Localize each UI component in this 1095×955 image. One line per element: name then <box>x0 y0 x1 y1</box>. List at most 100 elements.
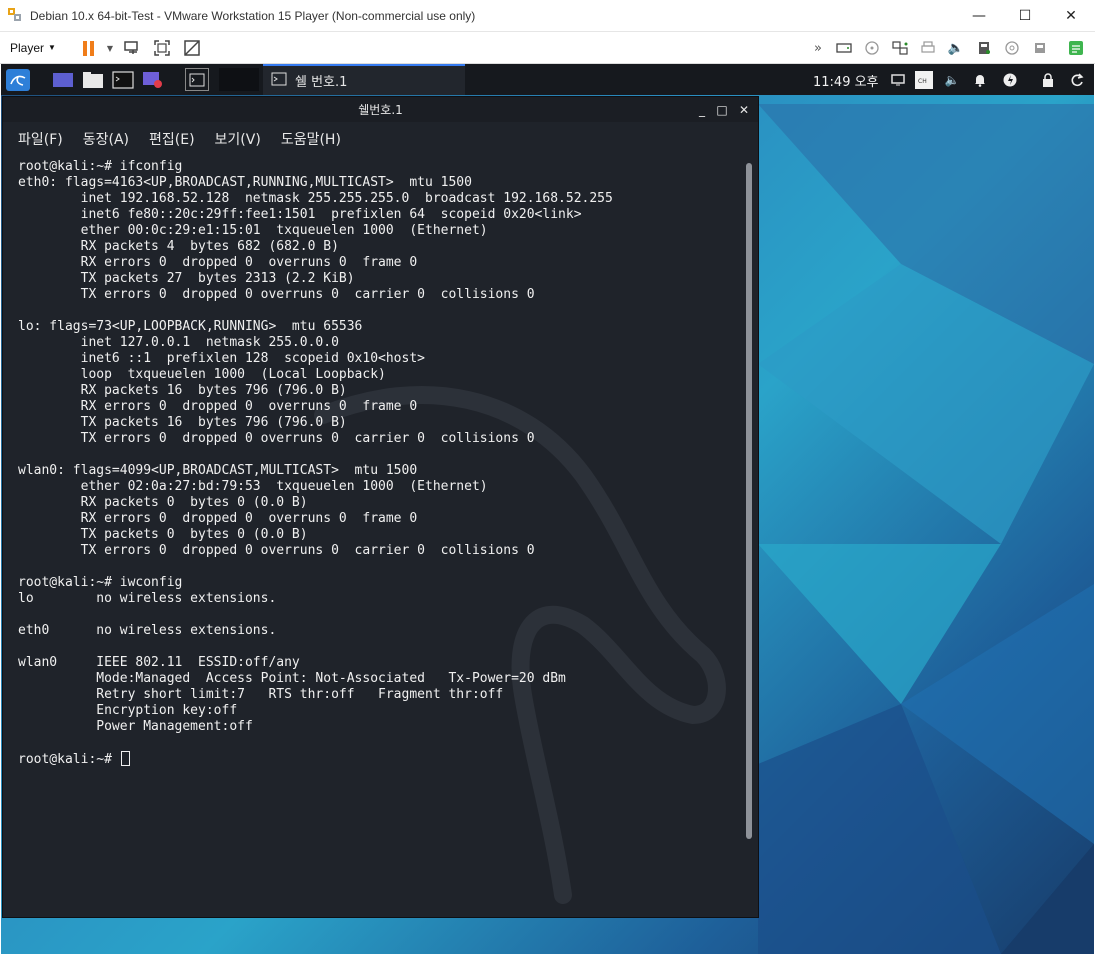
terminal-line: eth0: flags=4163<UP,BROADCAST,RUNNING,MU… <box>18 175 472 190</box>
cd-drive-icon[interactable] <box>862 38 882 58</box>
terminal-launcher-icon[interactable] <box>111 68 135 91</box>
unity-icon[interactable] <box>182 38 202 58</box>
send-ctrl-alt-del-icon[interactable] <box>122 38 142 58</box>
terminal-line: inet6 fe80::20c:29ff:fee1:1501 prefixlen… <box>18 207 582 222</box>
terminal-title: 쉘번호.1 <box>358 103 403 117</box>
logout-icon[interactable] <box>1067 68 1087 91</box>
terminal-cursor <box>120 751 130 766</box>
terminal-line: RX packets 0 bytes 0 (0.0 B) <box>18 495 308 510</box>
volume-icon[interactable]: 🔈 <box>943 68 961 91</box>
file-manager-icon[interactable] <box>81 68 105 91</box>
terminal-line: TX errors 0 dropped 0 overruns 0 carrier… <box>18 543 535 558</box>
terminal-line: TX errors 0 dropped 0 overruns 0 carrier… <box>18 287 535 302</box>
terminal-line: TX packets 16 bytes 796 (796.0 B) <box>18 415 347 430</box>
terminal-line: RX errors 0 dropped 0 overruns 0 frame 0 <box>18 399 418 414</box>
terminal-line: lo no wireless extensions. <box>18 591 277 606</box>
terminal-line: loop txqueuelen 1000 (Local Loopback) <box>18 367 386 382</box>
pause-icon[interactable] <box>78 38 98 58</box>
terminal-line: Encryption key:off <box>18 703 238 718</box>
menu-file[interactable]: 파일(F) <box>18 129 63 149</box>
terminal-titlebar[interactable]: 쉘번호.1 _ □ ✕ <box>3 97 758 122</box>
taskbar-item-label: 쉘 번호.1 <box>295 75 348 90</box>
terminal-line: lo: flags=73<UP,LOOPBACK,RUNNING> mtu 65… <box>18 319 363 334</box>
kali-menu-icon[interactable] <box>5 68 31 91</box>
terminal-line: TX errors 0 dropped 0 overruns 0 carrier… <box>18 431 535 446</box>
host-titlebar: Debian 10.x 64-bit-Test - VMware Worksta… <box>0 0 1095 32</box>
guest-desktop: 쉘 번호.1 11:49 오후 CH 🔈 쉘번호.1 _ □ ✕ 파일(F) 동… <box>1 64 1094 954</box>
menu-help[interactable]: 도움말(H) <box>281 129 341 149</box>
terminal-line: RX packets 16 bytes 796 (796.0 B) <box>18 383 347 398</box>
terminal-window[interactable]: 쉘번호.1 _ □ ✕ 파일(F) 동장(A) 편집(E) 보기(V) 도움말(… <box>2 96 759 918</box>
terminal-line: inet 192.168.52.128 netmask 255.255.255.… <box>18 191 613 206</box>
menu-view[interactable]: 보기(V) <box>215 129 261 149</box>
panel-clock[interactable]: 11:49 오후 <box>813 71 879 90</box>
terminal-lines: root@kali:~# ifconfig eth0: flags=4163<UP… <box>3 155 743 767</box>
terminal-line: ether 00:0c:29:e1:15:01 txqueuelen 1000 … <box>18 223 488 238</box>
taskbar-terminal-item[interactable]: 쉘 번호.1 <box>263 64 465 95</box>
terminal-line: root@kali:~# ifconfig <box>18 159 183 174</box>
menu-actions[interactable]: 동장(A) <box>83 129 129 149</box>
terminal-line: ether 02:0a:27:bd:79:53 txqueuelen 1000 … <box>18 479 488 494</box>
terminal-line: RX packets 4 bytes 682 (682.0 B) <box>18 239 339 254</box>
screen-recorder-icon[interactable] <box>141 68 165 91</box>
terminal-line: TX packets 0 bytes 0 (0.0 B) <box>18 527 308 542</box>
close-icon[interactable]: ✕ <box>735 101 753 119</box>
vmware-app-icon <box>8 7 24 24</box>
svg-text:CH: CH <box>918 78 927 85</box>
power-manager-icon[interactable] <box>1001 68 1019 91</box>
terminal-icon <box>271 72 287 90</box>
close-icon[interactable]: ✕ <box>1048 0 1094 32</box>
terminal-line: root@kali:~# iwconfig <box>18 575 183 590</box>
terminal-prompt: root@kali:~# <box>18 752 120 767</box>
keyboard-layout-icon[interactable]: CH <box>914 68 934 91</box>
hard-disk-icon[interactable] <box>834 38 854 58</box>
lock-icon[interactable] <box>1039 68 1057 91</box>
terminal-prompt-line[interactable]: root@kali:~# <box>18 751 743 767</box>
menu-edit[interactable]: 편집(E) <box>149 129 195 149</box>
workspace-switcher-icon[interactable] <box>185 68 209 91</box>
terminal-line: Mode:Managed Access Point: Not-Associate… <box>18 671 566 686</box>
message-log-icon[interactable] <box>1066 38 1086 58</box>
minimize-icon[interactable]: _ <box>693 101 711 119</box>
dropdown-icon[interactable]: ▼ <box>100 38 120 58</box>
kali-top-panel: 쉘 번호.1 11:49 오후 CH 🔈 <box>1 64 1094 95</box>
player-menu-button[interactable]: Player ▼ <box>10 41 56 55</box>
fit-guest-icon[interactable] <box>152 38 172 58</box>
terminal-line: RX errors 0 dropped 0 overruns 0 frame 0 <box>18 511 418 526</box>
printer-icon[interactable] <box>918 38 938 58</box>
terminal-line: Retry short limit:7 RTS thr:off Fragment… <box>18 687 504 702</box>
terminal-line: eth0 no wireless extensions. <box>18 623 277 638</box>
disc-icon[interactable] <box>1002 38 1022 58</box>
minimize-icon[interactable]: — <box>956 0 1002 32</box>
more-icon[interactable]: » <box>808 38 828 58</box>
chevron-down-icon: ▼ <box>48 43 56 52</box>
terminal-scrollbar[interactable] <box>745 163 753 907</box>
terminal-line: RX errors 0 dropped 0 overruns 0 frame 0 <box>18 255 418 270</box>
maximize-icon[interactable]: □ <box>713 101 731 119</box>
terminal-menubar: 파일(F) 동장(A) 편집(E) 보기(V) 도움말(H) <box>3 123 758 155</box>
terminal-line: TX packets 27 bytes 2313 (2.2 KiB) <box>18 271 355 286</box>
usb-device-icon[interactable] <box>1030 38 1050 58</box>
terminal-line: wlan0: flags=4099<UP,BROADCAST,MULTICAST… <box>18 463 418 478</box>
desktop-icon[interactable] <box>51 68 75 91</box>
display-icon[interactable] <box>889 68 907 91</box>
usb-icon[interactable] <box>974 38 994 58</box>
workspace-2[interactable] <box>219 68 259 91</box>
maximize-icon[interactable]: ☐ <box>1002 0 1048 32</box>
terminal-line: inet6 ::1 prefixlen 128 scopeid 0x10<hos… <box>18 351 425 366</box>
terminal-output[interactable]: root@kali:~# ifconfig eth0: flags=4163<UP… <box>3 155 743 915</box>
terminal-line: inet 127.0.0.1 netmask 255.0.0.0 <box>18 335 339 350</box>
scrollbar-thumb[interactable] <box>746 163 752 839</box>
sound-icon[interactable]: 🔈 <box>946 38 966 58</box>
player-menu-label: Player <box>10 40 45 55</box>
terminal-line: Power Management:off <box>18 719 253 734</box>
notification-bell-icon[interactable] <box>971 68 989 91</box>
network-adapter-icon[interactable] <box>890 38 910 58</box>
host-window-title: Debian 10.x 64-bit-Test - VMware Worksta… <box>30 8 476 23</box>
